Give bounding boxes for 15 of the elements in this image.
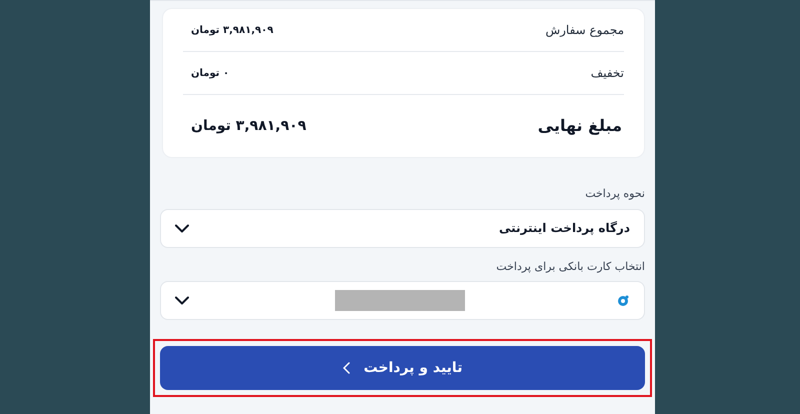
summary-label: تخفیف [590, 65, 624, 82]
field-label: انتخاب کارت بانکی برای پرداخت [495, 258, 645, 275]
chevron-down-icon [175, 296, 189, 305]
summary-label: مجموع سفارش [545, 22, 624, 39]
bank-logo-icon [616, 294, 630, 308]
summary-value: ۳,۹۸۱,۹۰۹ تومان [190, 24, 274, 38]
pay-button[interactable]: تایید و پرداخت [160, 346, 645, 390]
summary-label: مبلغ نهایی [538, 115, 623, 137]
bank-card-select[interactable] [160, 281, 645, 320]
summary-value: ۳,۹۸۱,۹۰۹ تومان [190, 116, 306, 136]
payment-method-select[interactable]: درگاه پرداخت اینترنتی [160, 208, 645, 248]
field-label: نحوه پرداخت [584, 186, 645, 202]
chevron-down-icon [175, 224, 189, 232]
summary-value: ۰ تومان [190, 66, 230, 80]
chevron-icon [342, 362, 350, 374]
